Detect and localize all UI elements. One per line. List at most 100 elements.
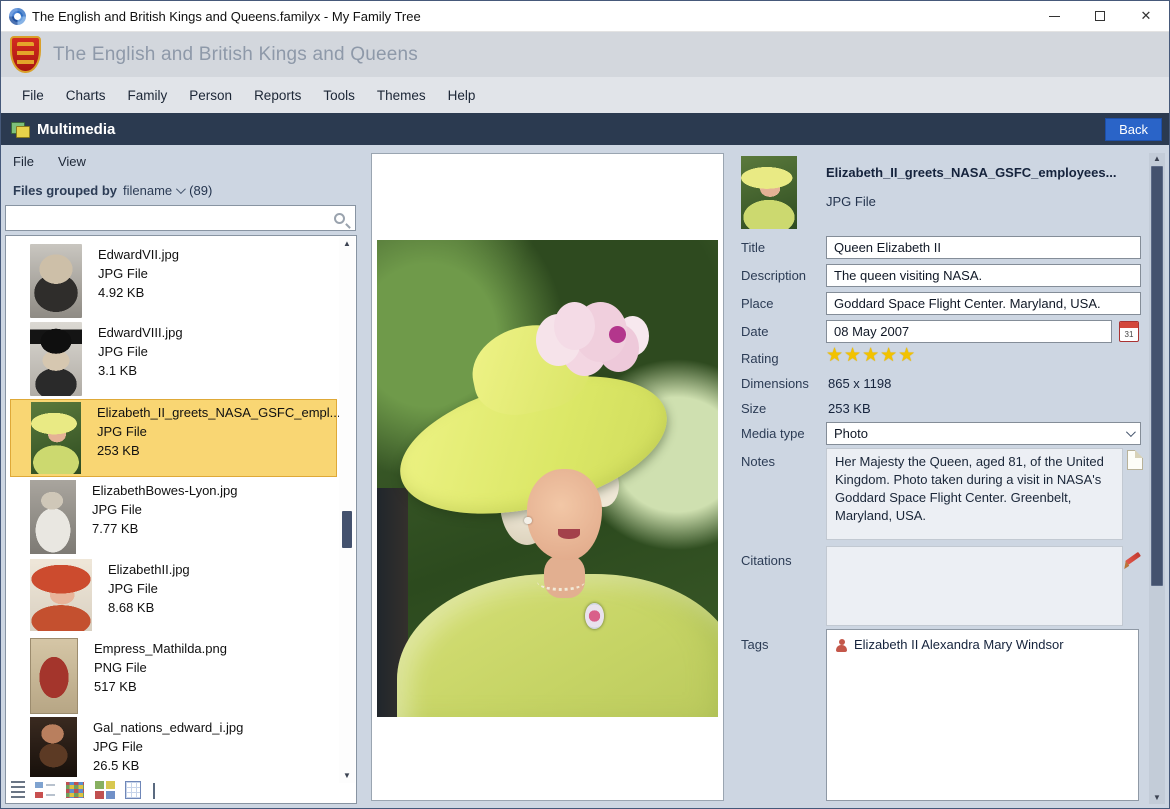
notes-field[interactable]: Her Majesty the Queen, aged 81, of the U… xyxy=(826,448,1123,540)
date-label: Date xyxy=(741,324,768,339)
file-name: EdwardVIII.jpg xyxy=(98,325,183,340)
scroll-down-icon[interactable]: ▼ xyxy=(1149,792,1165,804)
file-size: 7.77 KB xyxy=(92,521,138,536)
list-item[interactable]: ElizabethII.jpg JPG File 8.68 KB xyxy=(10,557,337,635)
minimize-icon xyxy=(1049,16,1060,17)
multimedia-toolbar: Multimedia Back xyxy=(1,113,1169,145)
window-title: The English and British Kings and Queens… xyxy=(32,9,421,24)
list-item[interactable]: EdwardVII.jpg JPG File 4.92 KB xyxy=(10,242,337,320)
scroll-up-icon[interactable]: ▲ xyxy=(339,237,355,251)
menu-person[interactable]: Person xyxy=(178,80,243,111)
notes-label: Notes xyxy=(741,454,775,469)
list-item[interactable]: EdwardVIII.jpg JPG File 3.1 KB xyxy=(10,320,337,398)
open-notes-icon[interactable] xyxy=(1127,450,1143,470)
place-label: Place xyxy=(741,296,774,311)
group-by-label: Files grouped by xyxy=(13,183,117,198)
menu-charts[interactable]: Charts xyxy=(55,80,117,111)
chevron-down-icon xyxy=(1126,427,1136,437)
date-field[interactable] xyxy=(826,320,1112,343)
place-field[interactable] xyxy=(826,292,1141,315)
citations-field[interactable] xyxy=(826,546,1123,626)
minimize-button[interactable] xyxy=(1031,1,1077,31)
dimensions-label: Dimensions xyxy=(741,376,809,391)
title-label: Title xyxy=(741,240,765,255)
file-size: 517 KB xyxy=(94,679,137,694)
tag-value: Elizabeth II Alexandra Mary Windsor xyxy=(854,637,1064,652)
left-menu-file[interactable]: File xyxy=(13,154,34,169)
close-button[interactable]: ✕ xyxy=(1123,1,1169,31)
left-menu-view[interactable]: View xyxy=(58,154,86,169)
photo-flower-center xyxy=(609,326,626,343)
file-thumbnail-edwardvii xyxy=(30,244,82,318)
search-icon[interactable] xyxy=(334,213,345,224)
titlebar: The English and British Kings and Queens… xyxy=(1,1,1169,32)
size-label: Size xyxy=(741,401,766,416)
large-thumbnails-view-icon[interactable] xyxy=(95,781,115,799)
maximize-button[interactable] xyxy=(1077,1,1123,31)
file-name: ElizabethBowes-Lyon.jpg xyxy=(92,483,238,498)
details-scrollbar[interactable]: ▲ ▼ xyxy=(1149,153,1165,804)
chevron-down-icon xyxy=(176,184,186,194)
scroll-down-icon[interactable]: ▼ xyxy=(339,769,355,783)
file-name: Gal_nations_edward_i.jpg xyxy=(93,720,243,735)
photo-necklace xyxy=(537,572,585,591)
list-item[interactable]: ElizabethBowes-Lyon.jpg JPG File 7.77 KB xyxy=(10,478,337,556)
dimensions-value: 865 x 1198 xyxy=(828,376,891,391)
title-field[interactable] xyxy=(826,236,1141,259)
app-header: The English and British Kings and Queens xyxy=(1,32,1169,77)
group-by-dropdown[interactable]: filename xyxy=(123,183,183,198)
file-size: 253 KB xyxy=(97,443,140,458)
list-item-selected[interactable]: Elizabeth_II_greets_NASA_GSFC_empl... JP… xyxy=(10,399,337,477)
selected-file-thumbnail xyxy=(741,156,797,229)
search-box xyxy=(5,205,356,231)
scrollbar-thumb[interactable] xyxy=(1151,166,1163,586)
details-panel: Elizabeth_II_greets_NASA_GSFC_employees.… xyxy=(736,145,1148,809)
app-icon xyxy=(9,8,26,25)
menu-file[interactable]: File xyxy=(11,80,55,111)
file-name: Empress_Mathilda.png xyxy=(94,641,227,656)
app-window: The English and British Kings and Queens… xyxy=(0,0,1170,809)
photo-queen-elizabeth[interactable] xyxy=(377,240,718,717)
selected-file-type: JPG File xyxy=(826,194,876,209)
back-button[interactable]: Back xyxy=(1105,118,1162,141)
list-item[interactable]: Empress_Mathilda.png PNG File 517 KB xyxy=(10,636,337,714)
menu-themes[interactable]: Themes xyxy=(366,80,437,111)
close-icon: ✕ xyxy=(1141,8,1152,24)
description-label: Description xyxy=(741,268,806,283)
list-scrollbar[interactable]: ▲ ▼ xyxy=(339,237,355,783)
view-cursor-bar xyxy=(153,783,155,799)
file-type: JPG File xyxy=(97,424,147,439)
scroll-up-icon[interactable]: ▲ xyxy=(1149,153,1165,165)
photo-smile xyxy=(558,529,580,539)
edit-citations-icon[interactable] xyxy=(1122,548,1144,568)
file-thumbnail-elizabethii xyxy=(30,559,92,631)
file-name: Elizabeth_II_greets_NASA_GSFC_empl... xyxy=(97,405,341,420)
menu-tools[interactable]: Tools xyxy=(312,80,366,111)
tags-field[interactable]: Elizabeth II Alexandra Mary Windsor xyxy=(826,629,1139,801)
scrollbar-thumb[interactable] xyxy=(342,511,352,548)
file-size: 3.1 KB xyxy=(98,363,137,378)
media-type-select[interactable]: Photo xyxy=(826,422,1141,445)
menu-help[interactable]: Help xyxy=(437,80,487,111)
file-thumbnail-edwardviii xyxy=(30,322,82,396)
menu-reports[interactable]: Reports xyxy=(243,80,312,111)
photo-brooch xyxy=(585,603,604,629)
selected-file-name: Elizabeth_II_greets_NASA_GSFC_employees.… xyxy=(826,165,1116,180)
table-view-icon[interactable] xyxy=(125,781,141,799)
calendar-icon[interactable]: 31 xyxy=(1119,321,1139,342)
tree-title: The English and British Kings and Queens xyxy=(53,44,418,66)
file-name: EdwardVII.jpg xyxy=(98,247,179,262)
main-menubar: File Charts Family Person Reports Tools … xyxy=(1,77,1169,113)
list-view-icon[interactable] xyxy=(35,781,55,799)
file-size: 8.68 KB xyxy=(108,600,154,615)
file-type: JPG File xyxy=(98,344,148,359)
menu-family[interactable]: Family xyxy=(117,80,179,111)
file-thumbnail-mathilda xyxy=(30,638,78,714)
maximize-icon xyxy=(1095,11,1105,21)
description-field[interactable] xyxy=(826,264,1141,287)
search-input[interactable] xyxy=(6,206,334,230)
file-type: PNG File xyxy=(94,660,147,675)
small-thumbnails-view-icon[interactable] xyxy=(65,781,85,799)
details-view-icon[interactable] xyxy=(11,781,25,799)
rating-stars[interactable]: ★★★★★ xyxy=(826,344,916,367)
